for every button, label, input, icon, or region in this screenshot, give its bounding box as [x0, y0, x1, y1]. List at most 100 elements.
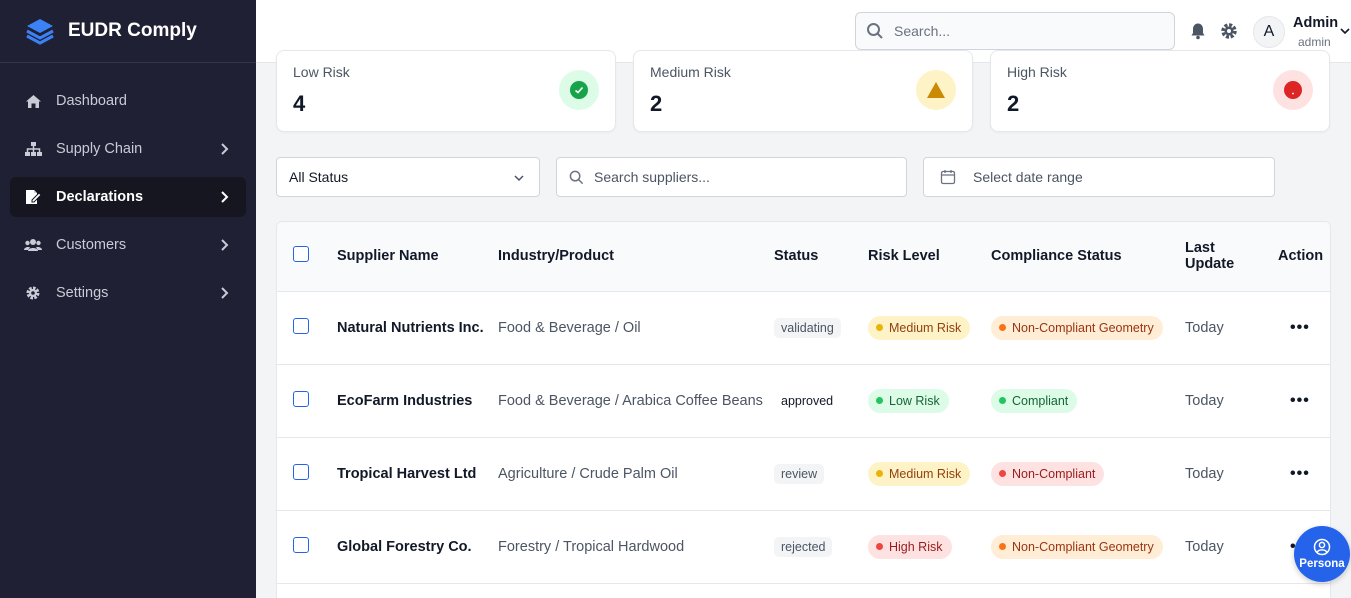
status-filter-value: All Status [289, 169, 349, 185]
supplier-name[interactable]: Global Forestry Co. [329, 510, 490, 583]
status-dot [876, 543, 883, 550]
status-chip: rejected [774, 536, 833, 557]
persona-label: Persona [1299, 558, 1345, 570]
row-checkbox[interactable] [293, 317, 309, 334]
table-header-row: Supplier Name Industry/Product Status Ri… [277, 222, 1330, 291]
status-dot [876, 324, 883, 331]
status-dot [999, 470, 1006, 477]
row-checkbox[interactable] [293, 390, 309, 407]
warning-triangle-icon [916, 70, 956, 110]
industry-product: Food & Beverage / Arabica Coffee Beans [498, 392, 763, 409]
industry-product: Forestry / Tropical Hardwood [498, 538, 685, 555]
search-icon [867, 23, 883, 39]
brand[interactable]: EUDR Comply [0, 0, 256, 63]
stat-value: 4 [293, 91, 306, 116]
gear-icon [24, 284, 42, 302]
chevron-right-icon [221, 191, 229, 203]
settings-gear-icon[interactable] [1220, 22, 1238, 40]
risk-level-badge: Low Risk [868, 388, 949, 413]
last-update: Today [1185, 319, 1224, 336]
app-name: EUDR Comply [68, 20, 197, 41]
search-icon [569, 170, 584, 184]
risk-level-text: Medium Risk [889, 320, 962, 335]
more-actions-icon[interactable]: ••• [1290, 465, 1310, 481]
supplier-name[interactable]: Natural Nutrients Inc. [329, 291, 490, 364]
compliance-text: Non-Compliant [1012, 466, 1096, 481]
row-checkbox[interactable] [293, 463, 309, 480]
chevron-right-icon [221, 287, 229, 299]
status-dot [876, 470, 883, 477]
supplier-name[interactable]: EcoFarm Industries [329, 364, 490, 437]
sidebar-item-settings[interactable]: Settings [10, 273, 246, 313]
table-row[interactable]: EcoFarm Industries Food & Beverage / Ara… [277, 364, 1330, 437]
chevron-down-icon [514, 175, 524, 182]
header-text: Last [1185, 240, 1215, 257]
compliance-badge: Non-Compliant [991, 461, 1105, 486]
stat-card-low-risk: Low Risk 4 [276, 50, 616, 132]
status-chip: review [774, 463, 825, 484]
row-checkbox[interactable] [293, 536, 309, 553]
sidebar-item-supply-chain[interactable]: Supply Chain [10, 129, 246, 169]
sidebar-item-label: Declarations [56, 189, 144, 205]
risk-level-text: High Risk [889, 539, 943, 554]
column-header-last-update[interactable]: Last Update [1177, 222, 1270, 291]
more-actions-icon[interactable]: ••• [1290, 392, 1310, 408]
compliance-text: Non-Compliant Geometry [1012, 320, 1154, 335]
persona-button[interactable]: Persona [1294, 526, 1350, 582]
compliance-text: Compliant [1012, 393, 1069, 408]
risk-level-badge: Medium Risk [868, 315, 971, 340]
declarations-table: Supplier Name Industry/Product Status Ri… [276, 221, 1331, 598]
chevron-right-icon [221, 143, 229, 155]
chevron-down-icon[interactable] [1339, 25, 1351, 37]
sidebar-item-label: Customers [56, 237, 127, 253]
home-icon [24, 92, 42, 110]
status-chip: approved [781, 393, 834, 408]
stat-value: 2 [650, 91, 663, 116]
table-row[interactable]: Tropical Harvest Ltd Agriculture / Crude… [277, 437, 1330, 510]
avatar[interactable]: A [1253, 16, 1285, 48]
search-input[interactable] [894, 23, 1154, 39]
supplier-search-field[interactable]: Search suppliers... [556, 157, 907, 197]
table-row[interactable]: Global Forestry Co. Forestry / Tropical … [277, 510, 1330, 583]
last-update: Today [1185, 392, 1224, 409]
column-header-compliance[interactable]: Compliance Status [983, 222, 1177, 291]
compliance-badge: Compliant [991, 388, 1078, 413]
column-header-action: Action [1278, 248, 1324, 265]
date-range-placeholder: Select date range [973, 169, 1083, 185]
column-header-industry[interactable]: Industry/Product [490, 222, 766, 291]
industry-product: Agriculture / Crude Palm Oil [498, 465, 678, 482]
sidebar-item-declarations[interactable]: Declarations [10, 177, 246, 217]
user-circle-icon [1313, 538, 1331, 556]
select-all-checkbox[interactable] [293, 246, 309, 263]
user-role: admin [1298, 35, 1331, 49]
status-chip: validating [774, 317, 841, 338]
stat-card-high-risk: High Risk 2 [990, 50, 1330, 132]
calendar-icon [940, 170, 956, 185]
sidebar-nav: Dashboard Supply Chain Declarations Cust… [0, 63, 256, 313]
column-header-risk[interactable]: Risk Level [860, 222, 983, 291]
bell-icon[interactable] [1189, 22, 1207, 40]
status-dot [999, 324, 1006, 331]
chevron-right-icon [221, 239, 229, 251]
stat-label: Low Risk [293, 64, 350, 80]
sidebar-item-label: Supply Chain [56, 141, 143, 157]
last-update: Today [1185, 538, 1224, 555]
compliance-badge: Non-Compliant Geometry [991, 315, 1163, 340]
compliance-text: Non-Compliant Geometry [1012, 539, 1154, 554]
status-dot [876, 397, 883, 404]
table-row[interactable]: Natural Nutrients Inc. Food & Beverage /… [277, 291, 1330, 364]
column-header-supplier[interactable]: Supplier Name [329, 222, 490, 291]
status-filter-select[interactable]: All Status [276, 157, 540, 197]
column-header-status[interactable]: Status [766, 222, 860, 291]
sidebar-item-dashboard[interactable]: Dashboard [10, 81, 246, 121]
user-name[interactable]: Admin [1293, 15, 1338, 31]
more-actions-icon[interactable]: ••• [1290, 319, 1310, 335]
stat-card-medium-risk: Medium Risk 2 [633, 50, 973, 132]
date-range-picker[interactable]: Select date range [923, 157, 1275, 197]
supplier-search-placeholder: Search suppliers... [594, 169, 710, 185]
supplier-name[interactable]: Tropical Harvest Ltd [329, 437, 490, 510]
compliance-badge: Non-Compliant Geometry [991, 534, 1163, 559]
global-search[interactable] [855, 12, 1175, 50]
sidebar-item-customers[interactable]: Customers [10, 225, 246, 265]
sitemap-icon [24, 140, 42, 158]
